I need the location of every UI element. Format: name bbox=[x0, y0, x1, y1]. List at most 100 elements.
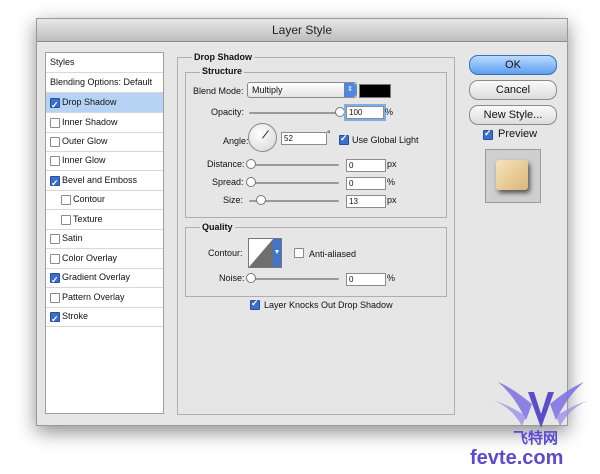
size-input[interactable]: 13 bbox=[346, 195, 386, 208]
page: { "window": { "title": "Layer Style" }, … bbox=[0, 0, 600, 474]
sidebar-item-inner-glow[interactable]: Inner Glow bbox=[46, 151, 163, 171]
distance-label: Distance: bbox=[207, 159, 245, 169]
sidebar-item-gradient-overlay[interactable]: Gradient Overlay bbox=[46, 268, 163, 290]
sidebar-item-inner-shadow[interactable]: Inner Shadow bbox=[46, 113, 163, 133]
spread-slider-track[interactable] bbox=[249, 182, 339, 184]
pattern-overlay-checkbox[interactable] bbox=[50, 293, 60, 303]
noise-slider-thumb[interactable] bbox=[246, 273, 256, 283]
gradient-overlay-checkbox[interactable] bbox=[50, 271, 60, 290]
noise-unit: % bbox=[387, 273, 396, 283]
cancel-button[interactable]: Cancel bbox=[469, 80, 557, 100]
title-bar[interactable]: Layer Style bbox=[37, 19, 567, 42]
sidebar-item-texture[interactable]: Texture bbox=[46, 210, 163, 230]
sidebar-item-styles[interactable]: Styles bbox=[46, 53, 163, 73]
use-global-light-label: Use Global Light bbox=[352, 135, 419, 145]
blend-mode-value: Multiply bbox=[252, 85, 283, 95]
inner-shadow-checkbox[interactable] bbox=[50, 118, 60, 128]
noise-input[interactable]: 0 bbox=[346, 273, 386, 286]
chevron-updown-icon: ⇕ bbox=[344, 83, 356, 97]
ok-button[interactable]: OK bbox=[469, 55, 557, 75]
contour-picker[interactable] bbox=[248, 238, 282, 268]
sidebar-item-satin[interactable]: Satin bbox=[46, 229, 163, 249]
sidebar-item-outer-glow[interactable]: Outer Glow bbox=[46, 132, 163, 152]
opacity-slider-thumb[interactable] bbox=[335, 107, 345, 117]
preview-swatch bbox=[496, 160, 528, 190]
use-global-light-checkbox[interactable] bbox=[339, 133, 349, 145]
blend-mode-label: Blend Mode: bbox=[193, 86, 244, 96]
angle-input[interactable]: 52 bbox=[281, 132, 327, 145]
contour-checkbox[interactable] bbox=[61, 195, 71, 205]
spread-label: Spread: bbox=[212, 177, 244, 187]
sidebar-item-contour[interactable]: Contour bbox=[46, 190, 163, 210]
angle-dial[interactable] bbox=[248, 123, 277, 152]
shadow-color-swatch[interactable] bbox=[359, 84, 391, 98]
contour-label: Contour: bbox=[208, 248, 243, 258]
layer-style-dialog: Layer Style Styles Blending Options: Def… bbox=[36, 18, 568, 426]
noise-label: Noise: bbox=[219, 273, 245, 283]
anti-aliased-checkbox[interactable] bbox=[294, 248, 304, 258]
angle-needle bbox=[262, 130, 269, 139]
sidebar-item-stroke[interactable]: Stroke bbox=[46, 307, 163, 329]
sidebar-item-bevel-emboss[interactable]: Bevel and Emboss bbox=[46, 171, 163, 193]
size-slider-thumb[interactable] bbox=[256, 195, 266, 205]
opacity-slider-track[interactable] bbox=[249, 112, 339, 114]
quality-group bbox=[185, 227, 447, 297]
drop-shadow-checkbox[interactable] bbox=[50, 96, 60, 115]
sidebar-item-label: Stroke bbox=[62, 311, 89, 321]
sidebar-item-label: Contour bbox=[73, 194, 106, 204]
layer-knocks-out-checkbox[interactable] bbox=[250, 298, 260, 310]
sidebar-item-label: Outer Glow bbox=[62, 136, 108, 146]
spread-unit: % bbox=[387, 177, 396, 187]
drop-shadow-heading: Drop Shadow bbox=[192, 52, 254, 62]
preview-label: Preview bbox=[498, 128, 538, 140]
sidebar-item-label: Color Overlay bbox=[62, 253, 118, 263]
sidebar-item-label: Satin bbox=[62, 233, 83, 243]
styles-list: Styles Blending Options: Default Drop Sh… bbox=[45, 52, 164, 414]
inner-glow-checkbox[interactable] bbox=[50, 156, 60, 166]
texture-checkbox[interactable] bbox=[61, 215, 71, 225]
sidebar-item-blending-options[interactable]: Blending Options: Default bbox=[46, 73, 163, 93]
watermark-cn: 飞特网 bbox=[513, 430, 559, 447]
angle-label: Angle: bbox=[223, 136, 249, 146]
bevel-emboss-checkbox[interactable] bbox=[50, 174, 60, 193]
angle-unit: ° bbox=[327, 129, 331, 139]
blend-mode-select[interactable]: Multiply ⇕ bbox=[247, 82, 357, 98]
opacity-unit: % bbox=[385, 107, 394, 117]
sidebar-item-label: Inner Shadow bbox=[62, 117, 118, 127]
sidebar-item-label: Bevel and Emboss bbox=[62, 175, 138, 185]
size-label: Size: bbox=[223, 195, 244, 205]
sidebar-item-label: Gradient Overlay bbox=[62, 272, 131, 282]
window-title: Layer Style bbox=[271, 23, 333, 37]
noise-slider-track[interactable] bbox=[249, 278, 339, 280]
sidebar-item-label: Pattern Overlay bbox=[62, 292, 125, 302]
layer-knocks-out-label: Layer Knocks Out Drop Shadow bbox=[264, 300, 393, 310]
contour-curve-icon bbox=[249, 239, 281, 267]
sidebar-item-label: Styles bbox=[50, 57, 75, 67]
distance-slider-track[interactable] bbox=[249, 164, 339, 166]
size-unit: px bbox=[387, 195, 397, 205]
spread-slider-thumb[interactable] bbox=[246, 177, 256, 187]
structure-heading: Structure bbox=[200, 66, 245, 76]
stroke-checkbox[interactable] bbox=[50, 310, 60, 329]
distance-input[interactable]: 0 bbox=[346, 159, 386, 172]
distance-slider-thumb[interactable] bbox=[246, 159, 256, 169]
distance-unit: px bbox=[387, 159, 397, 169]
new-style-button[interactable]: New Style... bbox=[469, 105, 557, 125]
preview-checkbox[interactable] bbox=[483, 128, 493, 140]
outer-glow-checkbox[interactable] bbox=[50, 137, 60, 147]
quality-heading: Quality bbox=[200, 222, 235, 232]
sidebar-item-drop-shadow[interactable]: Drop Shadow bbox=[46, 93, 163, 115]
sidebar-item-color-overlay[interactable]: Color Overlay bbox=[46, 249, 163, 269]
opacity-label: Opacity: bbox=[211, 107, 245, 117]
sidebar-item-label: Blending Options: Default bbox=[50, 77, 153, 87]
anti-aliased-label: Anti-aliased bbox=[309, 249, 357, 259]
sidebar-item-label: Texture bbox=[73, 214, 103, 224]
watermark-url: fevte.com bbox=[470, 447, 564, 469]
sidebar-item-label: Drop Shadow bbox=[62, 97, 117, 107]
sidebar-item-pattern-overlay[interactable]: Pattern Overlay bbox=[46, 288, 163, 308]
opacity-input[interactable]: 100 bbox=[346, 106, 384, 119]
preview-box bbox=[485, 149, 541, 203]
satin-checkbox[interactable] bbox=[50, 234, 60, 244]
spread-input[interactable]: 0 bbox=[346, 177, 386, 190]
color-overlay-checkbox[interactable] bbox=[50, 254, 60, 264]
